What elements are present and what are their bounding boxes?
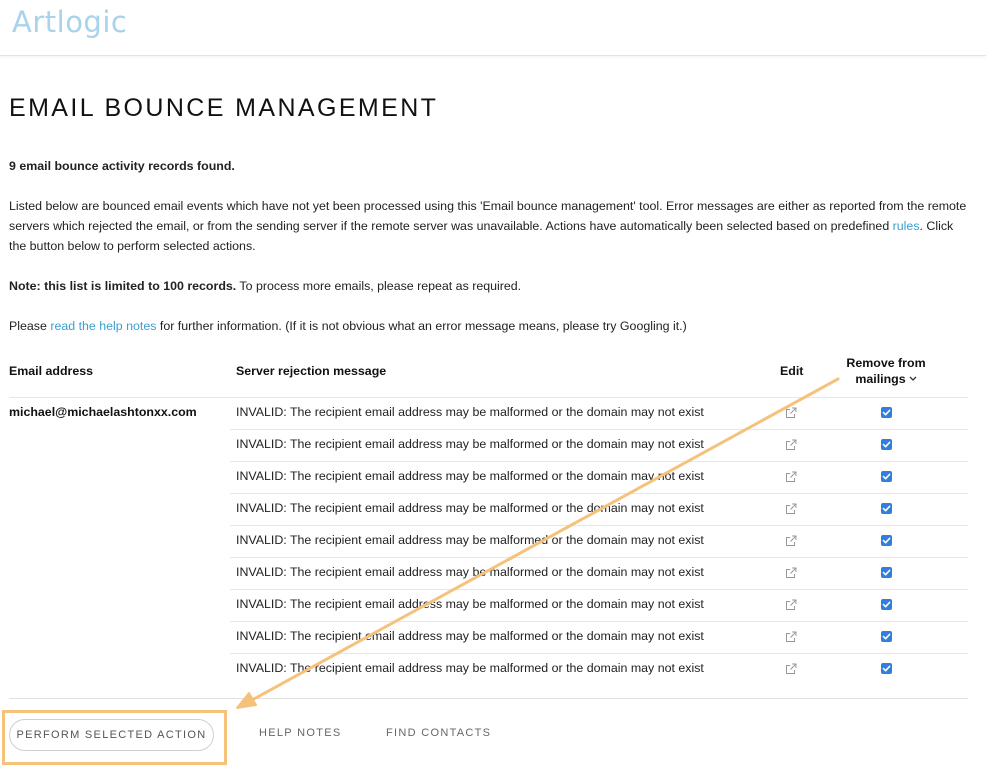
- remove-header-line2: mailings: [855, 372, 906, 386]
- rules-link[interactable]: rules: [893, 219, 920, 233]
- row-divider: [230, 557, 968, 558]
- remove-from-mailings-checkbox[interactable]: [881, 535, 892, 546]
- external-link-icon[interactable]: [785, 502, 797, 514]
- help-notes-link[interactable]: read the help notes: [50, 319, 156, 333]
- row-divider: [230, 525, 968, 526]
- artlogic-logo[interactable]: Artlogic: [12, 5, 127, 39]
- external-link-icon[interactable]: [785, 470, 797, 482]
- page-title: EMAIL BOUNCE MANAGEMENT: [9, 94, 439, 122]
- rejection-message-cell: INVALID: The recipient email address may…: [236, 597, 704, 611]
- row-divider: [230, 589, 968, 590]
- rejection-message-cell: INVALID: The recipient email address may…: [236, 533, 704, 547]
- note-bold-text: Note: this list is limited to 100 record…: [9, 279, 237, 293]
- rejection-message-cell: INVALID: The recipient email address may…: [236, 629, 704, 643]
- records-count: 9 email bounce activity records found.: [9, 156, 969, 176]
- row-divider: [9, 397, 968, 398]
- chevron-down-icon[interactable]: [909, 371, 917, 387]
- external-link-icon[interactable]: [785, 438, 797, 450]
- external-link-icon[interactable]: [785, 630, 797, 642]
- rejection-message-cell: INVALID: The recipient email address may…: [236, 501, 704, 515]
- intro-paragraph: Listed below are bounced email events wh…: [9, 196, 969, 256]
- external-link-icon[interactable]: [785, 534, 797, 546]
- help-paragraph: Please read the help notes for further i…: [9, 316, 969, 336]
- remove-from-mailings-checkbox[interactable]: [881, 439, 892, 450]
- external-link-icon[interactable]: [785, 662, 797, 674]
- row-divider: [230, 493, 968, 494]
- remove-from-mailings-checkbox[interactable]: [881, 471, 892, 482]
- rejection-message-cell: INVALID: The recipient email address may…: [236, 469, 704, 483]
- actions-divider: [9, 698, 968, 699]
- remove-header-line1: Remove from: [846, 356, 926, 370]
- row-divider: [230, 461, 968, 462]
- row-divider: [230, 621, 968, 622]
- perform-selected-action-button[interactable]: PERFORM SELECTED ACTION: [9, 719, 214, 751]
- remove-from-mailings-checkbox[interactable]: [881, 631, 892, 642]
- column-header-message: Server rejection message: [236, 364, 387, 378]
- rejection-message-cell: INVALID: The recipient email address may…: [236, 405, 704, 419]
- row-divider: [230, 653, 968, 654]
- column-header-remove[interactable]: Remove from mailings: [836, 355, 936, 388]
- remove-from-mailings-checkbox[interactable]: [881, 503, 892, 514]
- remove-from-mailings-checkbox[interactable]: [881, 663, 892, 674]
- remove-from-mailings-checkbox[interactable]: [881, 567, 892, 578]
- records-count-text: 9 email bounce activity records found.: [9, 159, 235, 173]
- external-link-icon[interactable]: [785, 598, 797, 610]
- row-divider: [230, 429, 968, 430]
- note-text: To process more emails, please repeat as…: [236, 279, 522, 293]
- help-notes-button[interactable]: HELP NOTES: [259, 727, 342, 739]
- external-link-icon[interactable]: [785, 566, 797, 578]
- remove-from-mailings-checkbox[interactable]: [881, 599, 892, 610]
- rejection-message-cell: INVALID: The recipient email address may…: [236, 565, 704, 579]
- rejection-message-cell: INVALID: The recipient email address may…: [236, 661, 704, 675]
- help-suffix-text: for further information. (If it is not o…: [156, 319, 687, 333]
- column-header-edit: Edit: [780, 364, 804, 378]
- email-address-cell: michael@michaelashtonxx.com: [9, 405, 197, 419]
- intro-text: Listed below are bounced email events wh…: [9, 199, 967, 233]
- column-header-email: Email address: [9, 364, 94, 378]
- help-prefix-text: Please: [9, 319, 51, 333]
- note-paragraph: Note: this list is limited to 100 record…: [9, 276, 969, 296]
- external-link-icon[interactable]: [785, 406, 797, 418]
- find-contacts-button[interactable]: FIND CONTACTS: [386, 727, 491, 739]
- rejection-message-cell: INVALID: The recipient email address may…: [236, 437, 704, 451]
- remove-from-mailings-checkbox[interactable]: [881, 407, 892, 418]
- app-header: Artlogic: [0, 0, 986, 56]
